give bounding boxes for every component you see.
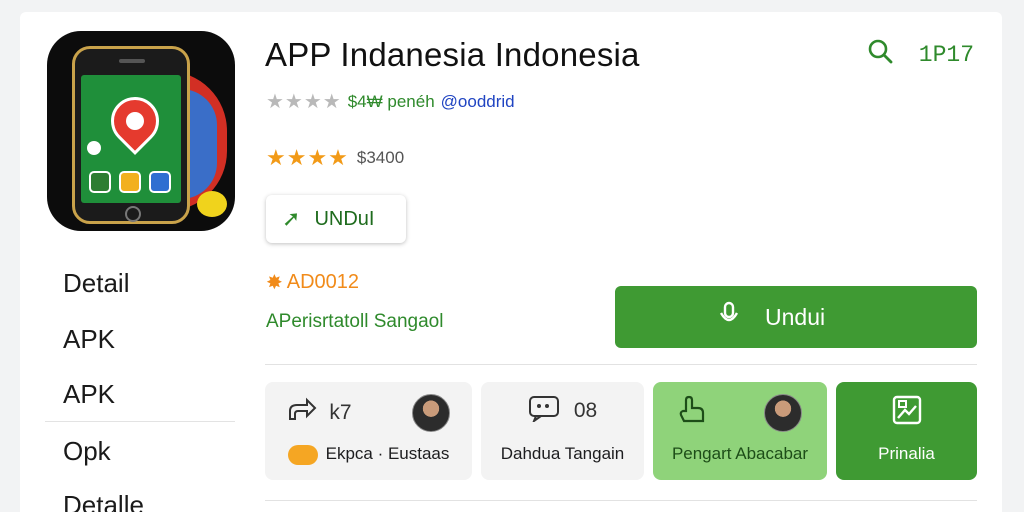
tile-share-count: k7 — [329, 401, 352, 424]
phone-app-icon — [89, 171, 111, 193]
sidebar-item-opk[interactable]: Opk — [63, 436, 111, 467]
download-button[interactable]: Undui — [615, 286, 977, 348]
image-icon — [891, 394, 923, 432]
rating-stars-icon: ★★★★ — [266, 145, 349, 170]
badge-chip-icon — [287, 444, 318, 465]
sidebar-item-detalle[interactable]: Detalle — [63, 490, 144, 512]
cloud-app-icon — [149, 171, 171, 193]
tile-pengart-label: Pengart Abacabar — [671, 444, 809, 463]
phone-illustration — [72, 46, 190, 224]
sidebar-item-apk-2[interactable]: APK — [63, 379, 115, 410]
star-burst-icon: ✸ — [266, 272, 283, 294]
rating-value: $3400 — [356, 148, 405, 167]
download-icon — [719, 301, 739, 334]
location-pin-icon — [101, 87, 169, 155]
app-title: APP Indanesia Indonesia — [265, 36, 640, 73]
tile-prinalia[interactable]: Prinalia — [836, 382, 977, 480]
download-small-label: UNDuI — [314, 207, 375, 230]
download-small-button[interactable]: ➚ UNDuI — [266, 195, 406, 243]
chat-icon — [528, 394, 562, 428]
sidebar-item-apk[interactable]: APK — [63, 324, 115, 355]
tile-chat-count: 08 — [573, 399, 598, 422]
developer-link[interactable]: @ooddrid — [441, 92, 515, 112]
tile-share-label: Ekpca · Eustaas — [325, 444, 450, 463]
app-meta: ★★★★ $4₩ penéh @ooddrid — [266, 89, 515, 114]
gray-stars-icon: ★★★★ — [266, 91, 342, 113]
phone-screen — [81, 75, 181, 203]
app-icon — [47, 31, 235, 231]
version-badge: ✸ AD0012 — [266, 270, 359, 295]
phone-home-button — [125, 206, 141, 222]
section-divider — [265, 364, 977, 365]
top-code-label[interactable]: 1P17 — [919, 42, 974, 68]
chrome-app-icon — [87, 141, 101, 155]
search-icon[interactable] — [867, 38, 893, 71]
tile-pengart[interactable]: Pengart Abacabar — [653, 382, 827, 480]
arrow-icon: ➚ — [282, 206, 301, 231]
phone-speaker — [119, 59, 145, 63]
top-actions: 1P17 — [867, 38, 974, 71]
spec-text: APerisrtatoll Sangaol — [266, 311, 444, 332]
share-icon — [287, 397, 317, 429]
sidebar-divider — [45, 421, 235, 422]
hand-icon — [678, 395, 706, 431]
sidebar-item-detail[interactable]: Detail — [63, 268, 129, 299]
tile-prinalia-label: Prinalia — [878, 444, 935, 463]
avatar-2 — [764, 394, 802, 432]
avatar — [411, 394, 450, 432]
tile-share[interactable]: k7 Ekpca · Eustaas — [265, 382, 472, 480]
download-label: Undui — [765, 303, 826, 330]
contacts-app-icon — [119, 171, 141, 193]
rating-row: ★★★★ $3400 — [266, 145, 404, 171]
version-badge-text: AD0012 — [286, 271, 360, 293]
app-price: $4₩ penéh — [347, 91, 435, 111]
mascot-icon — [197, 191, 227, 217]
tile-chat[interactable]: 08 Dahdua Tangain — [481, 382, 644, 480]
tile-chat-label: Dahdua Tangain — [500, 444, 625, 463]
bottom-divider — [265, 500, 977, 501]
